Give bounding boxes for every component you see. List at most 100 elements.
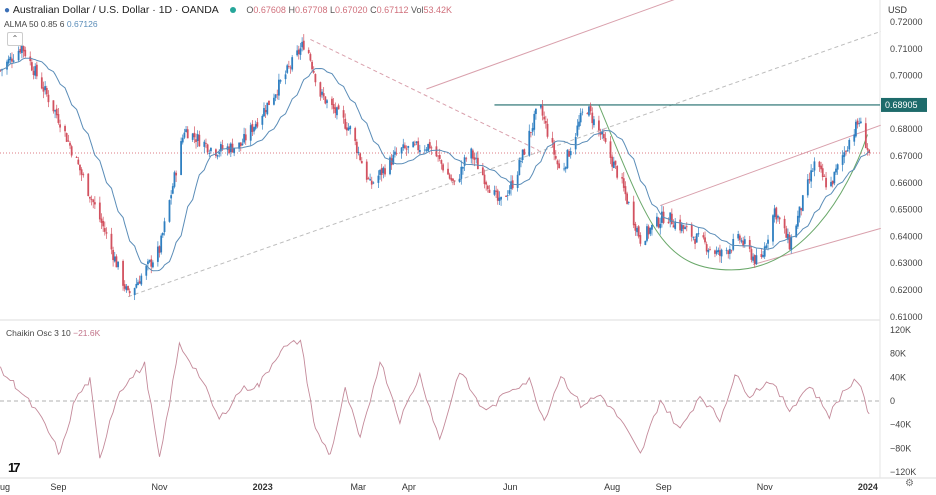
symbol-title[interactable]: Australian Dollar / U.S. Dollar · 1D · O…: [13, 4, 219, 16]
candle-body: [481, 167, 484, 176]
candle-body: [173, 172, 176, 187]
candle-body: [112, 249, 115, 261]
candle-body: [777, 215, 779, 218]
candle-body: [291, 57, 294, 70]
candle-body: [566, 149, 569, 169]
candle-body: [137, 282, 139, 286]
candle-body: [864, 123, 867, 149]
candle-body: [413, 143, 416, 145]
candle-body: [243, 133, 245, 143]
candle-body: [438, 154, 441, 159]
candle-body: [263, 108, 265, 117]
candle-body: [402, 144, 405, 148]
candle-body: [140, 275, 143, 285]
candle-body: [579, 113, 582, 123]
price-chart[interactable]: 0.720000.710000.700000.690000.680000.670…: [0, 0, 936, 495]
candle-body: [598, 120, 600, 131]
candle-body: [80, 169, 83, 175]
osc-tick-label: 80K: [890, 349, 906, 359]
candle-body: [369, 179, 372, 181]
candle-body: [528, 130, 531, 156]
time-tick-label: Jun: [503, 482, 518, 492]
candle-body: [858, 123, 861, 124]
candle-body: [302, 40, 305, 50]
chaikin-oscillator-line: [0, 339, 870, 459]
candle-body: [835, 168, 837, 173]
candle-body: [324, 96, 327, 104]
candle-body: [437, 155, 439, 157]
candle-body: [611, 156, 614, 167]
candle-body: [276, 94, 279, 96]
settings-icon[interactable]: ⚙: [905, 478, 914, 489]
candle-body: [636, 228, 638, 233]
candle-body: [55, 108, 58, 116]
candle-body: [11, 58, 13, 62]
price-tick-label: 0.72000: [890, 17, 923, 27]
candle-body: [447, 168, 449, 175]
candle-body: [602, 134, 605, 139]
candle-body: [694, 239, 696, 244]
candle-body: [737, 234, 740, 239]
candle-body: [725, 249, 728, 251]
candle-body: [612, 161, 615, 169]
candle-body: [846, 150, 849, 152]
price-tick-label: 0.68000: [890, 124, 923, 134]
candle-body: [345, 127, 348, 131]
candle-body: [65, 133, 68, 142]
candle-body: [377, 175, 380, 183]
resistance-price-label: 0.68905: [885, 100, 918, 110]
alma-legend[interactable]: ALMA 50 0.85 6 0.67126: [4, 19, 98, 29]
candle-body: [576, 125, 579, 136]
candle-body: [647, 226, 650, 235]
candle-body: [639, 235, 642, 244]
candle-body: [296, 50, 299, 56]
candle-body: [34, 66, 37, 76]
candle-body: [122, 261, 124, 286]
candle-body: [866, 147, 869, 150]
candle-body: [17, 50, 20, 61]
candle-body: [854, 121, 857, 137]
candle-body: [357, 151, 360, 153]
currency-label[interactable]: USD: [888, 5, 907, 15]
candle-body: [715, 250, 718, 254]
candle-body: [644, 240, 647, 245]
candle-body: [773, 208, 776, 218]
collapse-legend-button[interactable]: ⌃: [7, 32, 23, 46]
candle-body: [476, 157, 479, 170]
candle-body: [783, 218, 786, 229]
candle-body: [57, 114, 60, 123]
candle-body: [460, 166, 463, 179]
candle-body: [334, 107, 337, 114]
candle-body: [372, 182, 375, 184]
candle-body: [289, 67, 292, 69]
candle-body: [9, 56, 12, 61]
candle-body: [554, 156, 557, 159]
candle-body: [319, 82, 322, 97]
price-tick-label: 0.66000: [890, 178, 923, 188]
candle-body: [191, 133, 194, 140]
osc-tick-label: −120K: [890, 467, 916, 477]
price-tick-label: 0.70000: [890, 71, 923, 81]
candle-body: [574, 136, 577, 150]
candle-body: [206, 144, 209, 153]
candle-body: [40, 77, 43, 89]
candle-body: [801, 195, 804, 211]
candle-body: [821, 168, 824, 177]
candle-body: [679, 219, 682, 231]
candle-body: [425, 149, 428, 151]
candle-body: [147, 261, 149, 265]
candle-body: [778, 217, 781, 220]
candle-body: [42, 87, 45, 92]
candle-body: [90, 199, 93, 200]
candle-body: [742, 240, 745, 246]
candle-body: [152, 262, 154, 268]
candle-body: [578, 121, 580, 127]
candle-body: [256, 122, 259, 127]
candle-body: [45, 87, 48, 95]
candle-body: [314, 74, 317, 83]
oscillator-legend[interactable]: Chaikin Osc 3 10 −21.6K: [6, 328, 100, 338]
candle-body: [336, 107, 338, 116]
osc-tick-label: −40K: [890, 420, 911, 430]
candle-body: [244, 134, 247, 141]
candle-body: [825, 177, 827, 188]
